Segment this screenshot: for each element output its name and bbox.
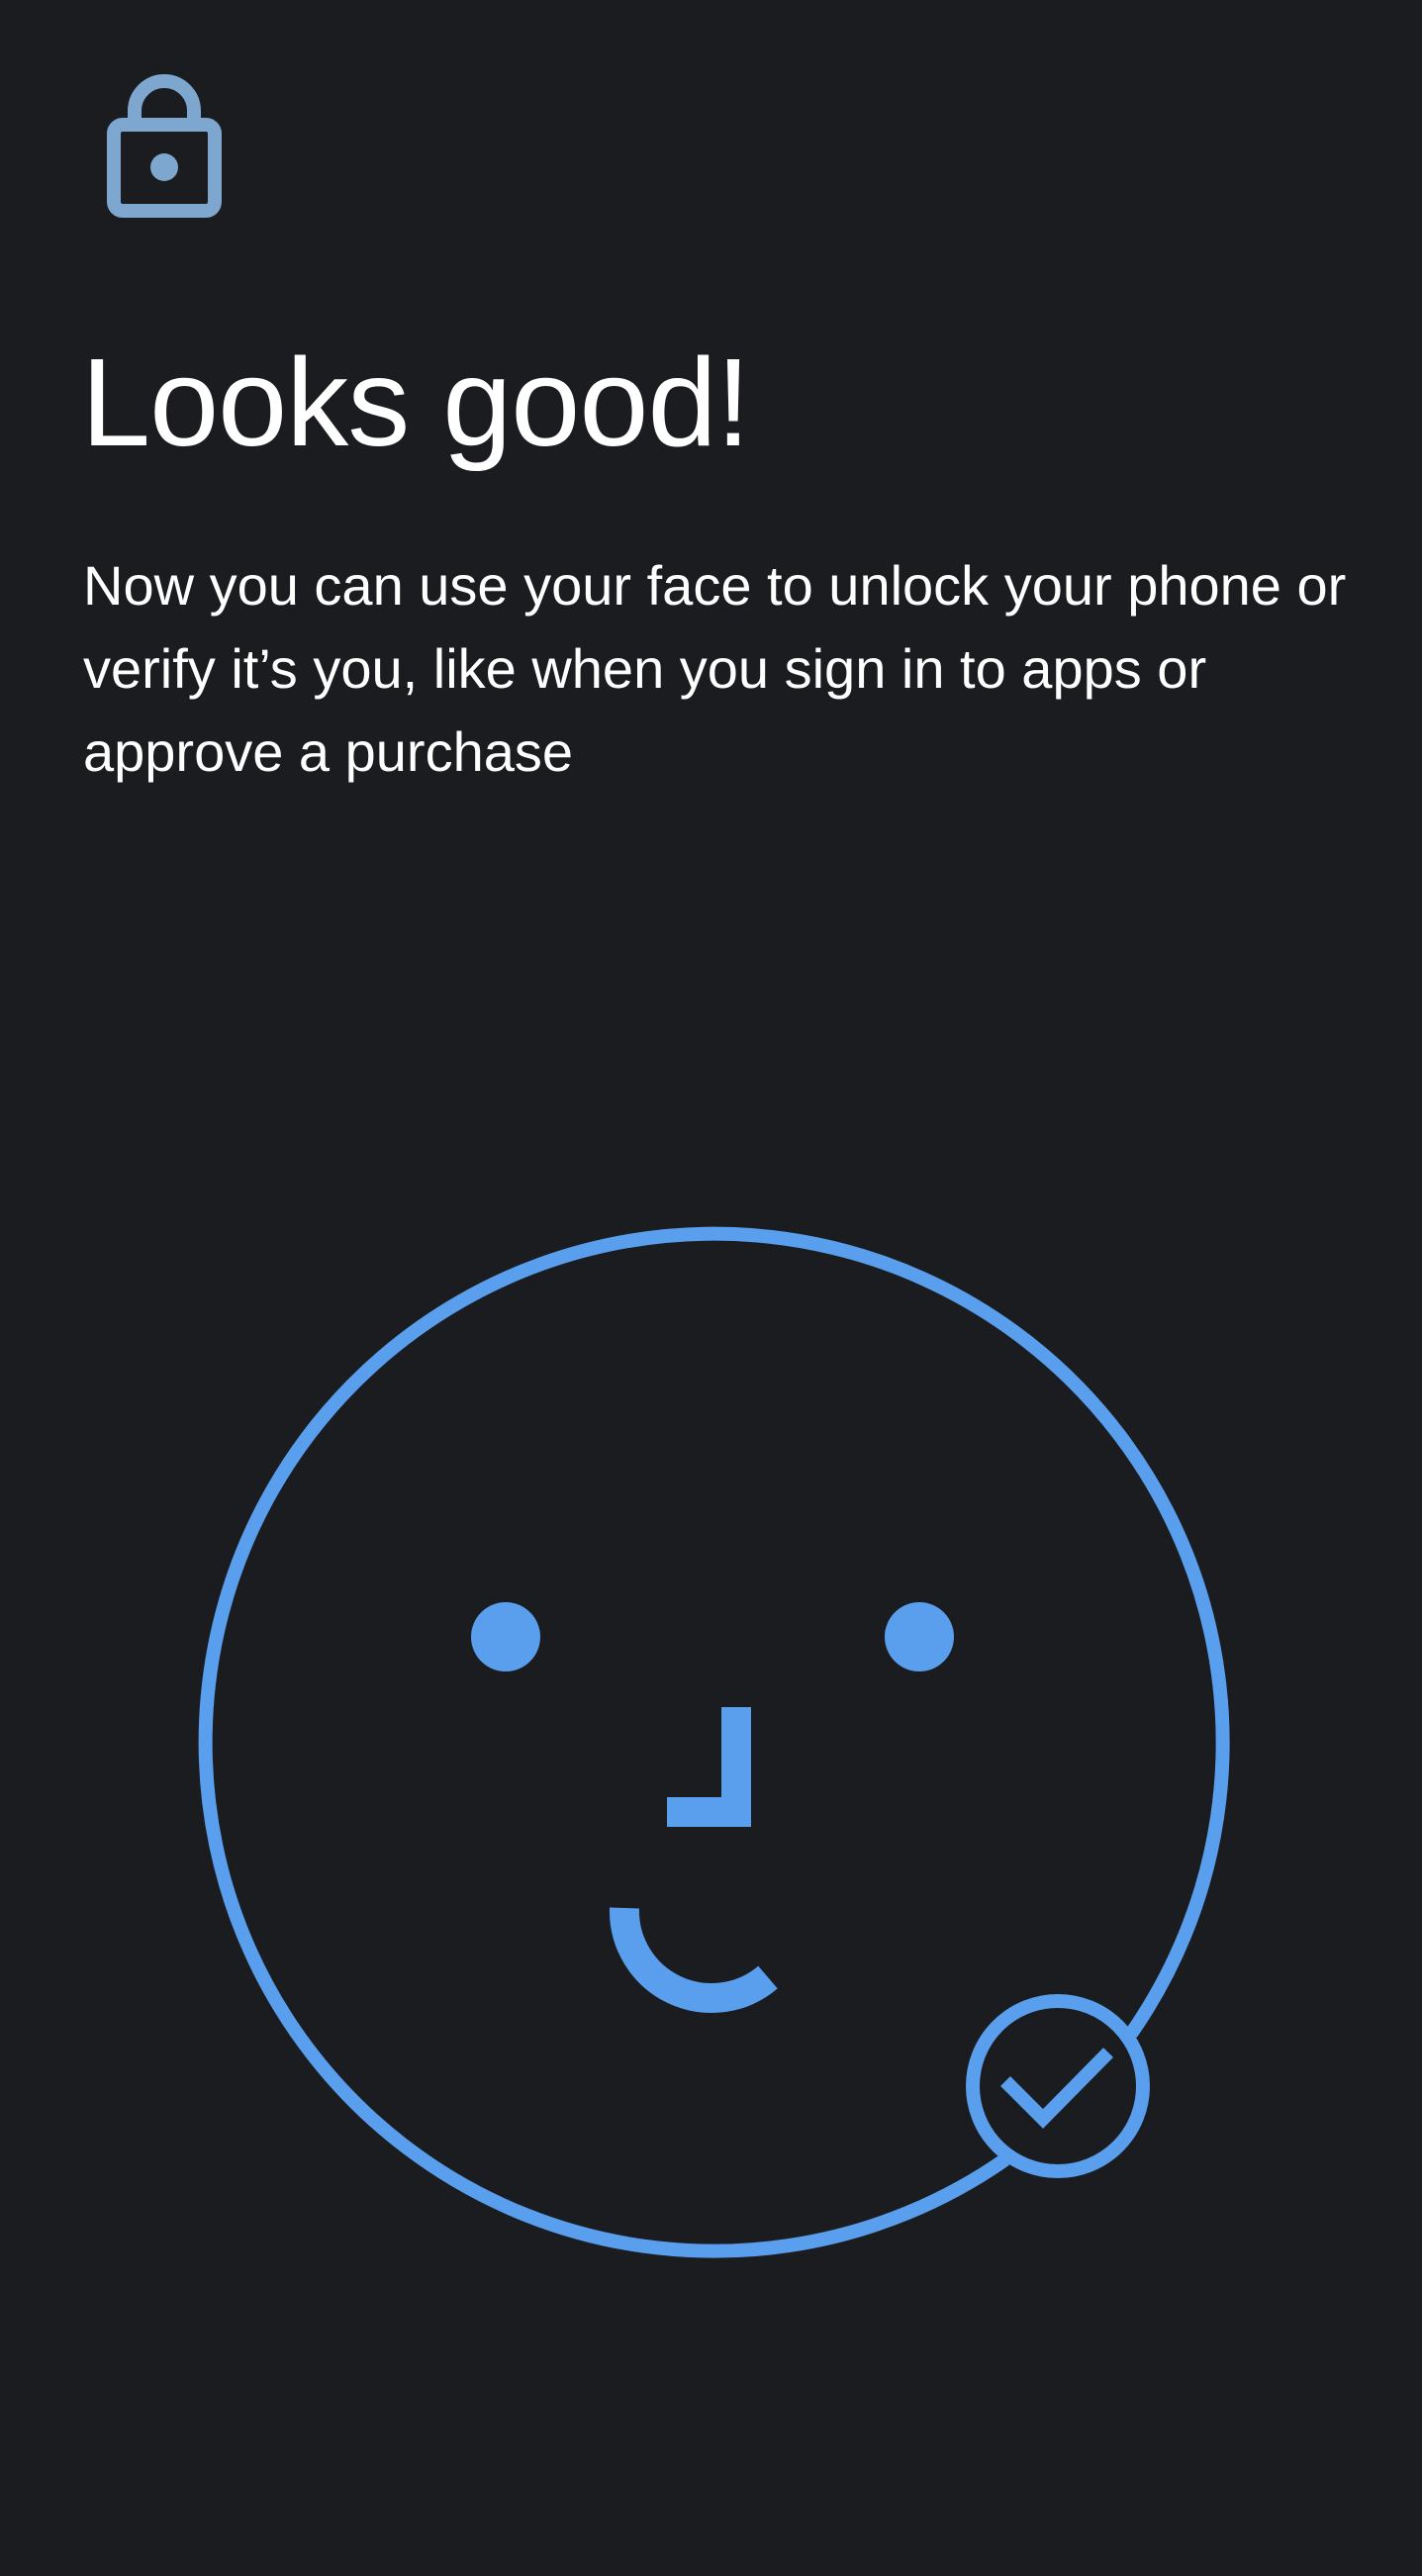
face-unlock-success-screen: Looks good! Now you can use your face to…: [0, 0, 1422, 2576]
left-eye: [471, 1602, 540, 1671]
smile: [609, 1907, 778, 2013]
face-illustration: [198, 1226, 1230, 2258]
right-eye: [885, 1602, 954, 1671]
nose: [667, 1707, 751, 1827]
check-badge-icon: [966, 1994, 1150, 2178]
